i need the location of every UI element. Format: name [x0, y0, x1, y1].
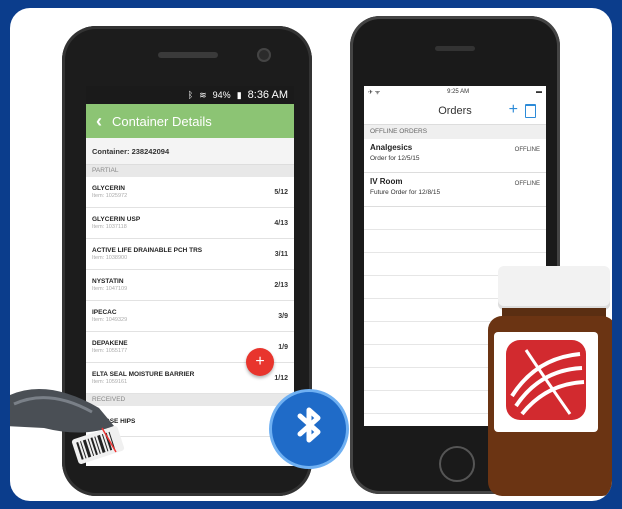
order-status: OFFLINE	[514, 181, 540, 187]
phone-speaker	[158, 52, 218, 58]
bluetooth-icon	[272, 392, 346, 466]
medicine-bottle	[482, 266, 612, 496]
bottle-cap	[498, 266, 610, 310]
wifi-icon: ≋	[199, 89, 207, 100]
empty-row	[364, 230, 546, 253]
item-count: 1/12	[274, 374, 288, 382]
item-name: IPECAC	[92, 309, 117, 316]
item-count: 3/11	[274, 250, 288, 258]
container-id: Container: 238242094	[86, 138, 294, 165]
bluetooth-status-icon: ᛒ	[187, 90, 194, 100]
airplane-wifi-icon: ✈ ᯤ	[368, 90, 381, 96]
order-row[interactable]: Analgesics Order for 12/5/15 OFFLINE	[364, 139, 546, 173]
section-header-partial: PARTIAL	[86, 165, 294, 177]
item-name: DEPAKENE	[92, 340, 128, 347]
battery-icon: ▬	[535, 89, 542, 95]
nav-bar: Orders +	[364, 98, 546, 125]
item-count: 1/9	[278, 343, 288, 351]
ios-status-bar: ✈ ᯤ 9:25 AM ▬	[364, 86, 546, 98]
item-name: GLYCERIN USP	[92, 216, 141, 223]
item-number: Item: 1047109	[92, 286, 128, 292]
app-header: ‹ Container Details	[86, 104, 294, 138]
item-name: ACTIVE LIFE DRAINABLE PCH TRS	[92, 247, 203, 254]
item-number: Item: 1037118	[92, 224, 127, 230]
item-name: GLYCERIN	[92, 185, 125, 192]
phone-camera	[257, 48, 271, 62]
trash-icon[interactable]	[525, 104, 536, 118]
battery-percent: 94%	[212, 90, 231, 100]
phone-speaker	[435, 46, 475, 51]
item-count: 4/13	[274, 219, 288, 227]
product-frame: ᛒ ≋ 94% ▮ 8:36 AM ‹ Container Details Co…	[10, 8, 612, 501]
nav-title: Orders	[438, 105, 472, 117]
list-item[interactable]: NYSTATIN Item: 1047109 2/13	[86, 270, 294, 301]
order-row[interactable]: IV Room Future Order for 12/8/15 OFFLINE	[364, 173, 546, 207]
item-number: Item: 1038900	[92, 255, 128, 261]
add-button[interactable]: +	[246, 348, 274, 376]
page-title: Container Details	[112, 113, 212, 129]
order-status: OFFLINE	[514, 147, 540, 153]
list-item[interactable]: GLYCERIN Item: 1025972 5/12	[86, 177, 294, 208]
list-item[interactable]: GLYCERIN USP Item: 1037118 4/13	[86, 208, 294, 239]
item-number: Item: 1055177	[92, 348, 128, 354]
item-count: 3/9	[278, 312, 288, 320]
status-clock: 8:36 AM	[247, 89, 288, 101]
barcode-scanner-icon	[10, 389, 125, 464]
item-number: Item: 1049329	[92, 317, 128, 323]
empty-row	[364, 207, 546, 230]
item-number: Item: 1025972	[92, 193, 128, 199]
item-count: 2/13	[274, 281, 288, 289]
list-item[interactable]: ACTIVE LIFE DRAINABLE PCH TRS Item: 10389…	[86, 239, 294, 270]
app-logo-icon	[506, 340, 586, 420]
back-arrow-icon[interactable]: ‹	[86, 111, 112, 132]
list-item[interactable]: IPECAC Item: 1049329 3/9	[86, 301, 294, 332]
item-name: NYSTATIN	[92, 278, 124, 285]
add-order-button[interactable]: +	[509, 101, 518, 119]
home-button[interactable]	[439, 446, 475, 482]
item-count: 5/12	[274, 188, 288, 196]
order-subtitle: Order for 12/5/15	[370, 155, 420, 162]
battery-icon: ▮	[236, 89, 242, 100]
section-header-offline-orders: OFFLINE ORDERS	[364, 125, 546, 139]
android-status-bar: ᛒ ≋ 94% ▮ 8:36 AM	[86, 86, 294, 104]
status-clock: 9:25 AM	[447, 89, 470, 95]
order-subtitle: Future Order for 12/8/15	[370, 189, 441, 196]
